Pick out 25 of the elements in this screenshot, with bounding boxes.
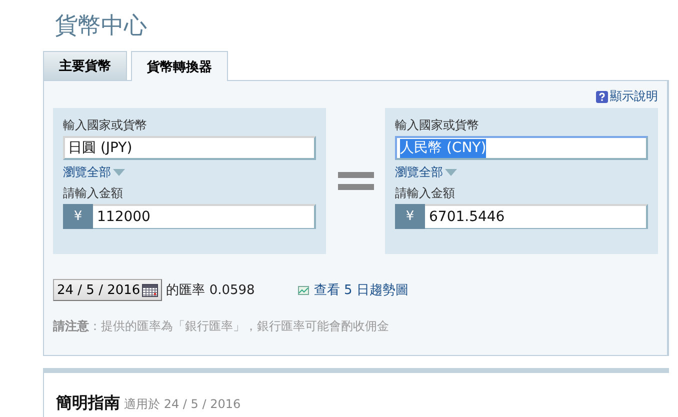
help-link[interactable]: 顯示說明: [596, 88, 658, 105]
caret-icon: [445, 168, 457, 176]
amount-field[interactable]: ¥ 6701.5446: [395, 204, 648, 229]
caret-icon: [113, 168, 125, 176]
currency-field[interactable]: 人民幣 (CNY): [395, 136, 648, 160]
amount-label: 請輸入金額: [63, 185, 124, 202]
guide-title: 簡明指南: [56, 393, 120, 414]
browse-all-link[interactable]: 瀏覽全部: [63, 160, 316, 184]
calendar-icon: [142, 284, 158, 296]
date-picker[interactable]: 24 / 5 / 2016: [53, 279, 162, 301]
trend-chart-link[interactable]: 查看 5 日趨勢圖: [298, 281, 408, 299]
currency-label: 輸入國家或貨幣: [63, 117, 148, 134]
amount-field[interactable]: ¥ 112000: [63, 204, 316, 229]
currency-label: 輸入國家或貨幣: [395, 117, 480, 134]
browse-all-link[interactable]: 瀏覽全部: [395, 160, 648, 184]
amount-label: 請輸入金額: [395, 185, 456, 202]
tab[interactable]: 主要貨幣: [43, 51, 127, 80]
exchange-rate: 的匯率 0.0598: [166, 282, 255, 299]
page-title: 貨幣中心: [54, 12, 148, 41]
chart-icon: [298, 286, 309, 294]
note-text: 請注意：提供的匯率為「銀行匯率」，銀行匯率可能會酌收佣金: [53, 318, 390, 335]
help-icon: [596, 90, 608, 102]
currency-field[interactable]: 日圓 (JPY): [63, 136, 316, 160]
tab[interactable]: 貨幣轉換器: [131, 51, 228, 81]
guide-date: 適用於 24 / 5 / 2016: [124, 396, 241, 413]
